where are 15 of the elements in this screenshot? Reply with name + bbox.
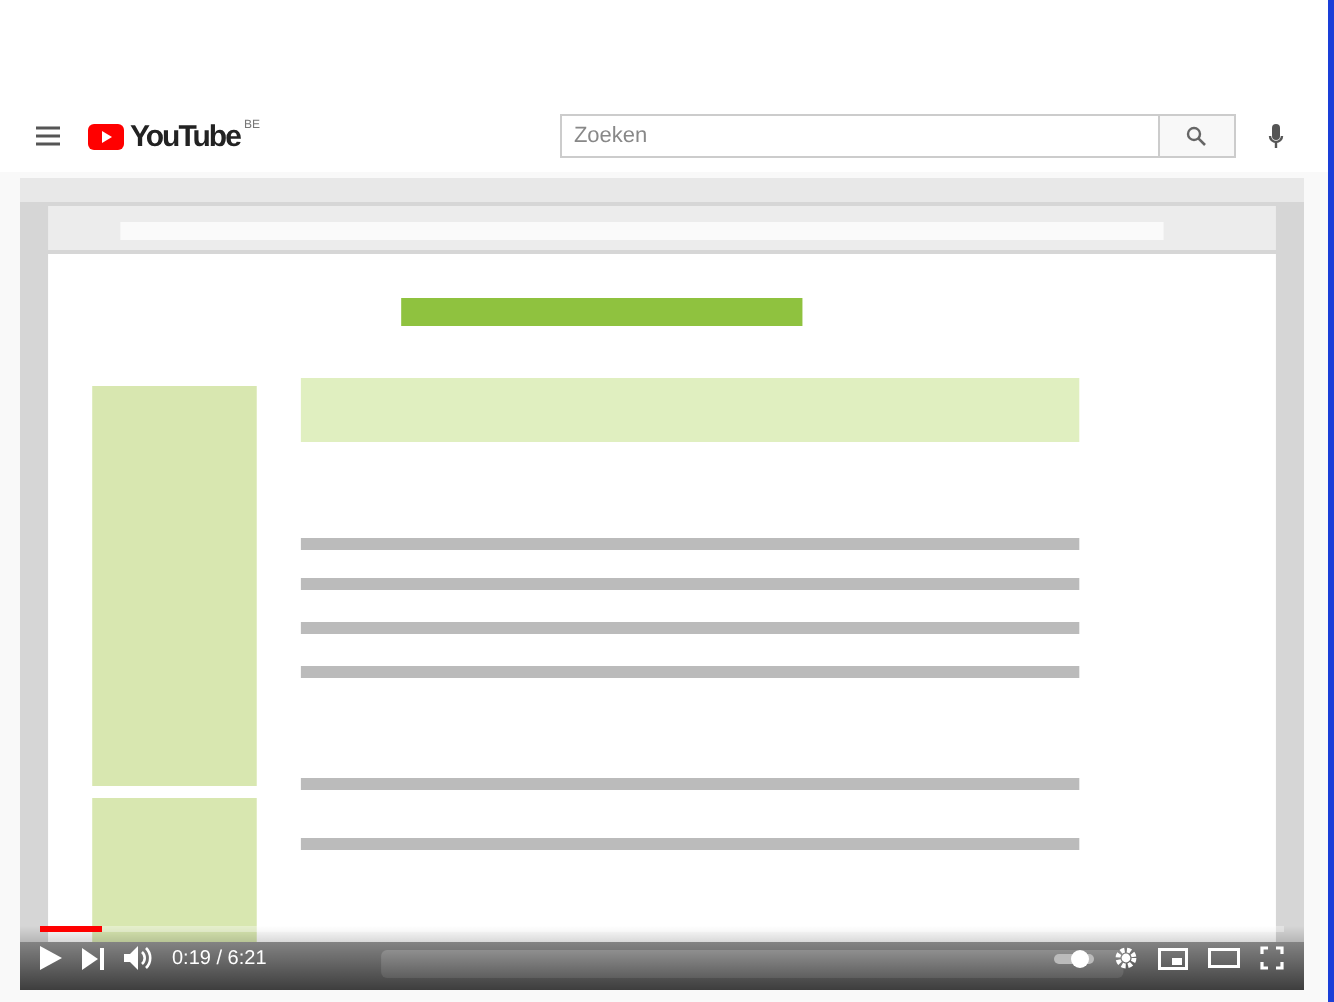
menu-icon[interactable] bbox=[36, 126, 60, 146]
microphone-icon[interactable] bbox=[1267, 123, 1284, 149]
settings-icon[interactable] bbox=[1114, 946, 1138, 970]
play-icon[interactable] bbox=[40, 946, 62, 970]
toggle-icon[interactable] bbox=[1054, 949, 1094, 967]
search-icon[interactable] bbox=[1186, 126, 1207, 146]
next-icon[interactable] bbox=[82, 947, 104, 969]
search-field[interactable]: Zoeken bbox=[559, 114, 1160, 158]
fullscreen-icon[interactable] bbox=[1260, 946, 1284, 970]
theater-icon[interactable] bbox=[1208, 948, 1240, 968]
time-display: 0:19 / 6:21 bbox=[172, 947, 267, 969]
miniplayer-icon[interactable] bbox=[1158, 947, 1188, 969]
volume-icon[interactable] bbox=[124, 946, 152, 970]
search-button[interactable] bbox=[1159, 114, 1236, 158]
youtube-logo[interactable]: YouTube bbox=[88, 119, 240, 153]
